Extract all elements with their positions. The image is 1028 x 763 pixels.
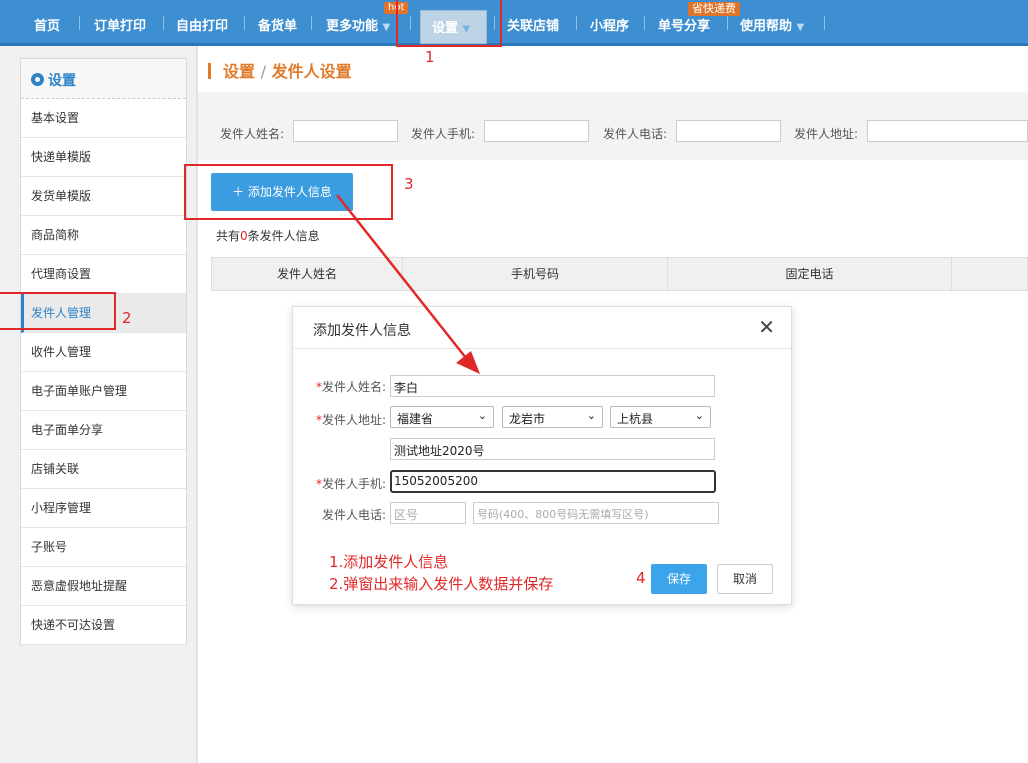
count-number: 0 xyxy=(240,229,248,243)
annotation-number-1: 1 xyxy=(425,48,435,66)
sender-name-input[interactable]: 李白 xyxy=(390,375,715,397)
sender-mobile-label: *发件人手机: xyxy=(306,475,386,492)
nav-order-print[interactable]: 订单打印 xyxy=(94,15,146,34)
record-count: 共有0条发件人信息 xyxy=(216,227,320,244)
close-icon[interactable]: ✕ xyxy=(758,317,775,337)
sidebar-item-shop-link[interactable]: 店铺关联 xyxy=(21,450,186,489)
nav-divider xyxy=(311,16,312,30)
sidebar-item-fake-address[interactable]: 恶意虚假地址提醒 xyxy=(21,567,186,606)
sidebar-item-express-template[interactable]: 快递单模版 xyxy=(21,138,186,177)
chevron-down-icon: ▼ xyxy=(796,22,805,33)
chevron-down-icon: ⌄ xyxy=(694,409,704,422)
county-select[interactable]: 上杭县 ⌄ xyxy=(610,406,711,428)
city-value: 龙岩市 xyxy=(509,412,546,426)
filter-address-label: 发件人地址: xyxy=(794,127,859,141)
nav-help[interactable]: 使用帮助 ▼ xyxy=(740,15,804,34)
annotation-number-3: 3 xyxy=(404,175,414,193)
sidebar-item-eorder-share[interactable]: 电子面单分享 xyxy=(21,411,186,450)
sidebar-item-delivery-template[interactable]: 发货单模版 xyxy=(21,177,186,216)
chevron-down-icon: ⌄ xyxy=(477,409,487,422)
instruction-line-1: 1.添加发件人信息 xyxy=(329,553,449,571)
nav-free-print[interactable]: 自由打印 xyxy=(176,15,228,34)
sender-address-label: *发件人地址: xyxy=(306,411,386,428)
filter-name-input[interactable] xyxy=(293,120,398,142)
nav-tracking-share[interactable]: 单号分享 xyxy=(658,15,710,34)
nav-divider xyxy=(79,16,80,30)
filter-phone-label: 发件人电话: xyxy=(603,127,668,141)
filter-bar: 发件人姓名: 发件人手机: 发件人电话: 发件人地址: xyxy=(198,92,1028,160)
dialog-title: 添加发件人信息 xyxy=(313,323,411,339)
filter-address-input[interactable] xyxy=(867,120,1028,142)
sidebar-item-sub-account[interactable]: 子账号 xyxy=(21,528,186,567)
nav-divider xyxy=(163,16,164,30)
table-header: 发件人姓名 手机号码 固定电话 xyxy=(211,257,1028,291)
sidebar-item-agent-settings[interactable]: 代理商设置 xyxy=(21,255,186,294)
filter-name-label: 发件人姓名: xyxy=(220,127,285,141)
sidebar-item-basic-settings[interactable]: 基本设置 xyxy=(21,99,186,138)
cancel-button[interactable]: 取消 xyxy=(717,564,773,594)
chevron-down-icon: ▼ xyxy=(382,22,391,33)
sidebar-item-mini-program[interactable]: 小程序管理 xyxy=(21,489,186,528)
nav-home[interactable]: 首页 xyxy=(34,15,60,34)
sender-mobile-label-text: 发件人手机: xyxy=(321,477,386,491)
sidebar-item-eorder-accounts[interactable]: 电子面单账户管理 xyxy=(21,372,186,411)
sender-name-label-text: 发件人姓名: xyxy=(321,380,386,394)
sender-mobile-input[interactable]: 15052005200 xyxy=(390,470,716,493)
area-code-input[interactable]: 区号 xyxy=(390,502,466,524)
column-header-sender-name: 发件人姓名 xyxy=(212,258,403,290)
chevron-down-icon: ⌄ xyxy=(586,409,596,422)
nav-divider xyxy=(824,16,825,30)
filter-mobile-label: 发件人手机: xyxy=(411,127,476,141)
breadcrumb-bar xyxy=(208,63,211,79)
province-select[interactable]: 福建省 ⌄ xyxy=(390,406,494,428)
nav-more-features[interactable]: 更多功能 ▼ xyxy=(326,15,390,34)
gear-icon xyxy=(31,73,44,86)
breadcrumb-parent[interactable]: 设置 xyxy=(223,62,255,81)
column-header-landline: 固定电话 xyxy=(668,258,952,290)
annotation-box-sender xyxy=(0,292,116,330)
county-value: 上杭县 xyxy=(617,412,654,426)
nav-divider xyxy=(244,16,245,30)
nav-help-label: 使用帮助 xyxy=(740,19,793,34)
dialog-header: 添加发件人信息 ✕ xyxy=(293,307,791,349)
sidebar-title: 设置 xyxy=(21,59,186,99)
phone-number-input[interactable]: 号码(400、800号码无需填写区号) xyxy=(473,502,719,524)
sender-phone-label: 发件人电话: xyxy=(321,508,386,522)
sender-address-label-text: 发件人地址: xyxy=(321,413,386,427)
city-select[interactable]: 龙岩市 ⌄ xyxy=(502,406,603,428)
save-shipping-badge: 省快递费 xyxy=(688,2,740,16)
top-nav: 首页 订单打印 自由打印 备货单 更多功能 ▼ hot 设置 ▼ 关联店铺 小程… xyxy=(0,0,1028,46)
breadcrumb-current: 发件人设置 xyxy=(271,62,352,81)
nav-divider xyxy=(727,16,728,30)
instruction-line-2: 2.弹窗出来输入发件人数据并保存 xyxy=(329,575,554,593)
save-button[interactable]: 保存 xyxy=(651,564,707,594)
filter-phone-input[interactable] xyxy=(676,120,781,142)
breadcrumb-separator: / xyxy=(260,62,266,81)
annotation-number-4: 4 xyxy=(636,569,646,587)
nav-more-label: 更多功能 xyxy=(326,19,379,34)
add-sender-dialog: 添加发件人信息 ✕ *发件人姓名: 李白 *发件人地址: 福建省 ⌄ 龙岩市 ⌄ 上… xyxy=(292,306,792,605)
filter-mobile-input[interactable] xyxy=(484,120,589,142)
settings-sidebar: 设置 基本设置 快递单模版 发货单模版 商品简称 代理商设置 发件人管理 收件人… xyxy=(20,58,187,645)
count-suffix: 条发件人信息 xyxy=(247,229,320,243)
province-value: 福建省 xyxy=(397,412,434,426)
sender-name-label: *发件人姓名: xyxy=(306,378,386,395)
annotation-number-2: 2 xyxy=(122,309,132,327)
column-header-mobile: 手机号码 xyxy=(403,258,668,290)
nav-mini-program[interactable]: 小程序 xyxy=(590,15,629,34)
breadcrumb: 设置 / 发件人设置 xyxy=(208,58,352,82)
nav-divider xyxy=(644,16,645,30)
count-prefix: 共有 xyxy=(216,229,241,243)
nav-divider xyxy=(576,16,577,30)
sidebar-item-unreachable[interactable]: 快递不可达设置 xyxy=(21,606,186,645)
detail-address-input[interactable]: 测试地址2020号 xyxy=(390,438,715,460)
sidebar-item-product-alias[interactable]: 商品简称 xyxy=(21,216,186,255)
nav-stock-list[interactable]: 备货单 xyxy=(258,15,297,34)
annotation-box-settings xyxy=(396,0,502,47)
annotation-box-add xyxy=(184,164,393,220)
sidebar-title-label: 设置 xyxy=(48,73,76,89)
sidebar-item-recipient-management[interactable]: 收件人管理 xyxy=(21,333,186,372)
nav-linked-shops[interactable]: 关联店铺 xyxy=(507,15,559,34)
